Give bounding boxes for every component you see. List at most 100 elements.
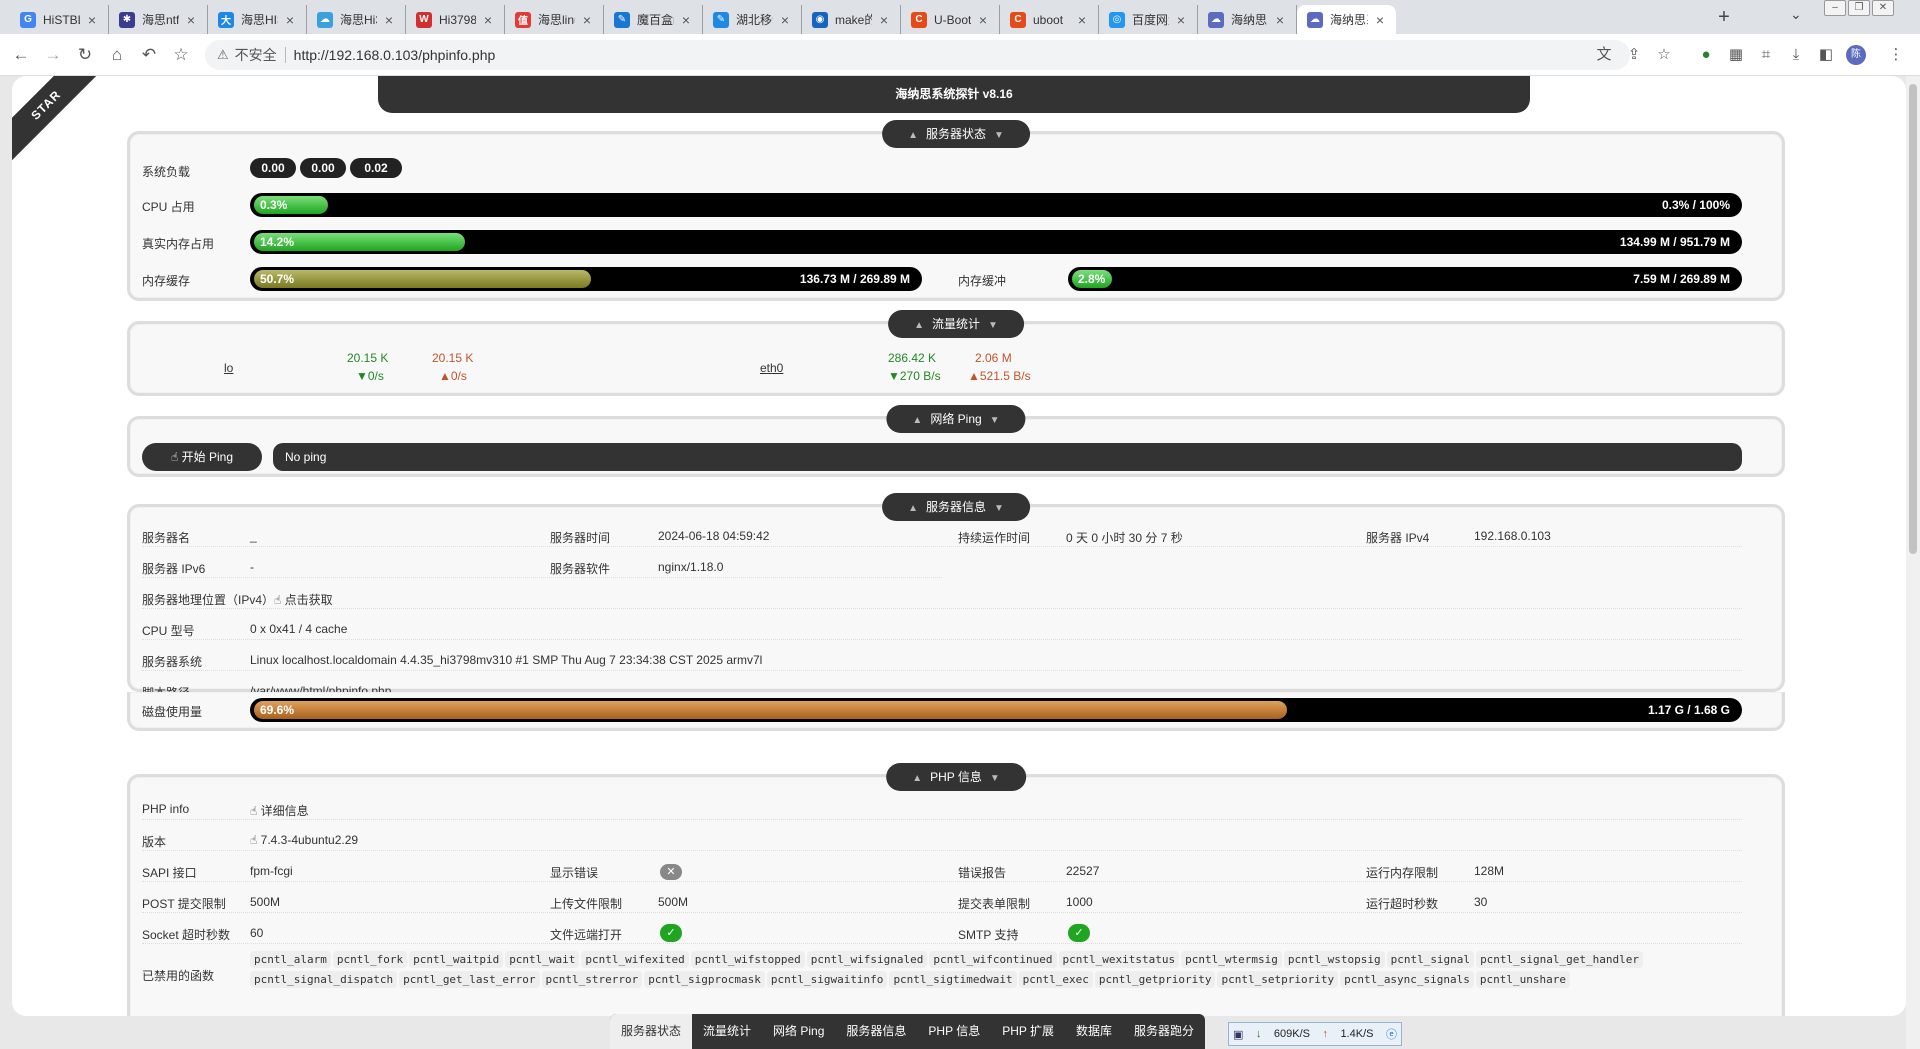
start-ping-button[interactable]: ☝ 开始 Ping xyxy=(142,443,262,471)
php-info-title[interactable]: ▲ PHP 信息 ▼ xyxy=(886,763,1026,791)
cpu-percent: 0.3% xyxy=(260,198,288,212)
browser-tab[interactable]: ◉ make的 × xyxy=(802,5,901,34)
bookmark-star-icon[interactable]: ☆ xyxy=(168,42,194,68)
geo-fetch-link[interactable]: ☝ 点击获取 xyxy=(274,591,333,608)
tab-close-icon[interactable]: × xyxy=(678,12,694,28)
tab-close-icon[interactable]: × xyxy=(1074,12,1090,28)
tab-close-icon[interactable]: × xyxy=(183,12,199,28)
minimize-icon[interactable]: – xyxy=(1824,0,1846,16)
crop-icon[interactable]: ⌗ xyxy=(1756,45,1776,65)
new-tab-button[interactable]: + xyxy=(1712,6,1736,30)
extension-icon[interactable]: ● xyxy=(1696,45,1716,65)
tab-favicon-icon: G xyxy=(20,11,36,28)
phpinfo-details-link[interactable]: ☝ 详细信息 xyxy=(250,802,309,819)
disabled-function-tag: pcntl_exec xyxy=(1018,971,1093,988)
browser-tab[interactable]: G HiSTBLin × xyxy=(10,5,109,34)
bottom-nav-item[interactable]: 网络 Ping xyxy=(762,1014,835,1049)
row-divider xyxy=(142,819,1742,820)
bottom-nav-item[interactable]: PHP 扩展 xyxy=(991,1014,1065,1049)
tab-close-icon[interactable]: × xyxy=(1173,12,1189,28)
browser-tab[interactable]: C U-Boot × xyxy=(901,5,1000,34)
row-divider xyxy=(142,546,1742,547)
share-icon[interactable]: ⇪ xyxy=(1624,45,1644,65)
post-max-value: 500M xyxy=(250,895,281,909)
ping-title[interactable]: ▲ 网络 Ping ▼ xyxy=(886,405,1026,433)
browser-tab[interactable]: 大海思HI37 × xyxy=(208,5,307,34)
tab-active[interactable]: ☁ 海纳思系 × xyxy=(1297,5,1396,34)
phpinfo-label: PHP info xyxy=(142,802,190,816)
tab-title: 海纳思系 xyxy=(1231,13,1268,27)
forward-icon[interactable]: → xyxy=(40,42,66,68)
bottom-nav-item[interactable]: 流量统计 xyxy=(692,1014,762,1049)
browser-tab[interactable]: ☁ 海纳思系 × xyxy=(1198,5,1297,34)
traffic-panel: ▲ 流量统计 ▼ lo 20.15 K ▼0/s 20.15 K ▲0/s eth0… xyxy=(127,310,1785,396)
tab-favicon-icon: ✱ xyxy=(119,11,135,28)
disabled-function-tag: pcntl_alarm xyxy=(250,951,331,968)
browser-tab[interactable]: ✎ 湖北移动 × xyxy=(703,5,802,34)
browser-tab[interactable]: Cuboot × xyxy=(1000,5,1099,34)
tab-close-icon[interactable]: × xyxy=(777,12,793,28)
bottom-nav-item[interactable]: 服务器信息 xyxy=(835,1014,917,1049)
page-scrollbar[interactable] xyxy=(1906,76,1920,1049)
tab-favicon-icon: ◉ xyxy=(812,11,828,28)
url-text[interactable]: http://192.168.0.103/phpinfo.php xyxy=(294,47,496,63)
tab-close-icon[interactable]: × xyxy=(84,12,100,28)
restore-icon[interactable]: ❐ xyxy=(1848,0,1870,16)
close-window-icon[interactable]: ✕ xyxy=(1872,0,1894,16)
server-info-title[interactable]: ▲ 服务器信息 ▼ xyxy=(882,493,1030,521)
post-max-label: POST 提交限制 xyxy=(142,897,226,911)
tab-close-icon[interactable]: × xyxy=(579,12,595,28)
max-exec-time-label: 运行超时秒数 xyxy=(1366,897,1439,911)
tab-close-icon[interactable]: × xyxy=(381,12,397,28)
tab-title: U-Boot xyxy=(934,12,971,27)
menu-icon[interactable]: ⋮ xyxy=(1886,45,1906,65)
cpu-model-label: CPU 型号 xyxy=(142,624,195,638)
bottom-nav-item[interactable]: 服务器跑分 xyxy=(1123,1014,1205,1049)
bookmark-icon[interactable]: ☆ xyxy=(1654,45,1674,65)
tab-close-icon[interactable]: × xyxy=(1272,12,1288,28)
panel-title-text: 服务器状态 xyxy=(925,127,987,141)
browser-tab[interactable]: 值海思linu × xyxy=(505,5,604,34)
tab-search-icon[interactable]: ⌄ xyxy=(1790,6,1802,23)
bottom-nav-item[interactable]: 服务器状态 xyxy=(610,1014,693,1049)
server-status-title[interactable]: ▲ 服务器状态 ▼ xyxy=(882,120,1030,148)
reload-icon[interactable]: ↻ xyxy=(72,42,98,68)
browser-toolbar: ← → ↻ ⌂ ↶ ☆ ⚠ 不安全 http://192.168.0.103/p… xyxy=(0,34,1920,76)
bottom-nav-item[interactable]: PHP 信息 xyxy=(917,1014,991,1049)
tab-close-icon[interactable]: × xyxy=(1372,12,1388,28)
tab-close-icon[interactable]: × xyxy=(480,12,496,28)
bottom-nav-item[interactable]: 数据库 xyxy=(1065,1014,1123,1049)
tab-close-icon[interactable]: × xyxy=(282,12,298,28)
iface-lo-name[interactable]: lo xyxy=(224,361,233,375)
sidebar-icon[interactable]: ◧ xyxy=(1816,45,1836,65)
server-status-panel: ▲ 服务器状态 ▼ 系统负载 0.00 0.00 0.02 CPU 占用 0.3% … xyxy=(127,120,1785,301)
disabled-function-tag: pcntl_wait xyxy=(505,951,580,968)
disabled-function-tag: pcntl_wifexited xyxy=(581,951,689,968)
browser-tab[interactable]: ◎ 百度网盘 × xyxy=(1099,5,1198,34)
home-icon[interactable]: ⌂ xyxy=(104,42,130,68)
star-ribbon[interactable]: STAR xyxy=(12,76,107,166)
tab-close-icon[interactable]: × xyxy=(876,12,892,28)
iface-eth0-name[interactable]: eth0 xyxy=(760,361,783,375)
iface-eth0-rx-total: 286.42 K xyxy=(888,351,937,365)
download-icon[interactable]: ⤓ xyxy=(1786,45,1806,65)
traffic-title[interactable]: ▲ 流量统计 ▼ xyxy=(888,310,1024,338)
browser-tab[interactable]: W Hi3798M × xyxy=(406,5,505,34)
address-bar[interactable]: ⚠ 不安全 http://192.168.0.103/phpinfo.php xyxy=(205,40,1630,70)
disk-label: 磁盘使用量 xyxy=(142,705,203,719)
apps-icon[interactable]: ▦ xyxy=(1726,45,1746,65)
disabled-function-tag: pcntl_unshare xyxy=(1475,971,1571,988)
profile-avatar[interactable]: 陈 xyxy=(1846,45,1866,65)
translate-icon[interactable]: 文 xyxy=(1594,45,1614,65)
browser-tab[interactable]: ✱ 海思ntfs × xyxy=(109,5,208,34)
disabled-function-tag: pcntl_wtermsig xyxy=(1181,951,1282,968)
tab-close-icon[interactable]: × xyxy=(975,12,991,28)
scrollbar-thumb[interactable] xyxy=(1909,84,1917,554)
tab-favicon-icon: 大 xyxy=(218,11,234,28)
back-icon[interactable]: ← xyxy=(8,42,34,68)
browser-tab[interactable]: ☁ 海思Hi37 × xyxy=(307,5,406,34)
disk-usage-row: 磁盘使用量 69.6% 1.17 G / 1.68 G xyxy=(127,692,1785,731)
panel-title-text: 网络 Ping xyxy=(930,412,982,426)
browser-tab[interactable]: ✎ 魔百盒m × xyxy=(604,5,703,34)
undo-icon[interactable]: ↶ xyxy=(136,42,162,68)
